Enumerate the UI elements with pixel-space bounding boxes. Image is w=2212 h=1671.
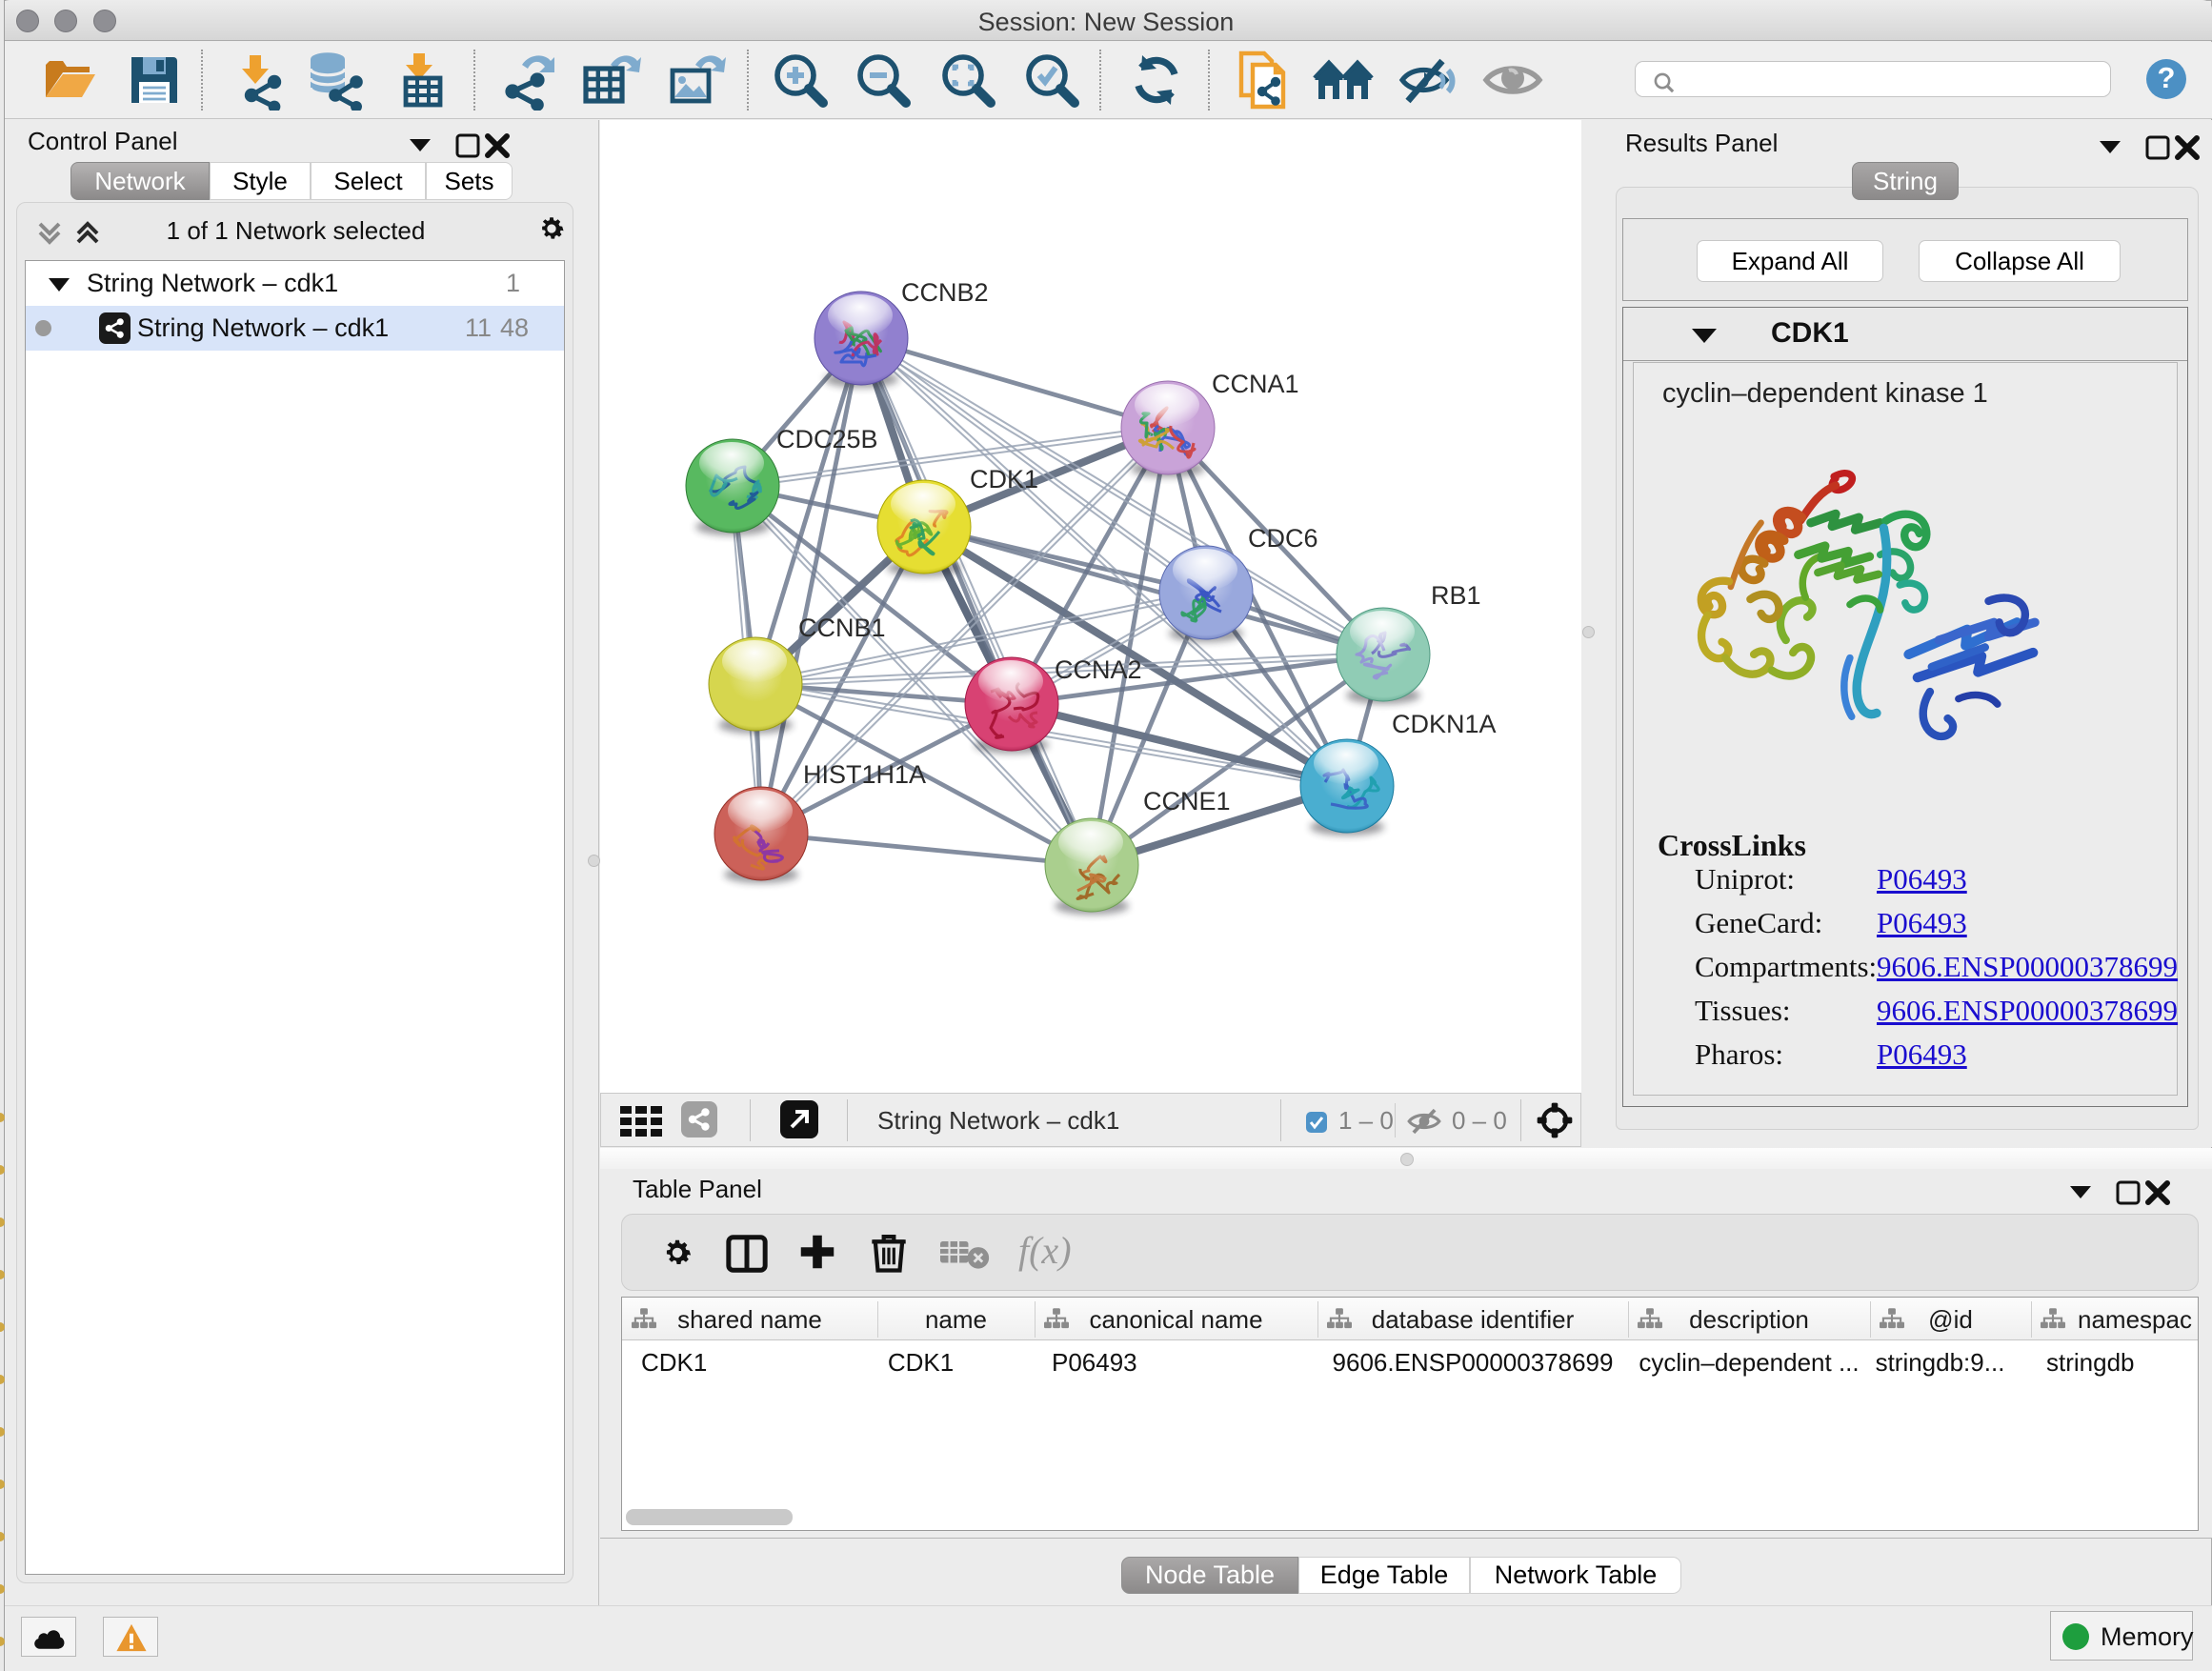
svg-text:CDC25B: CDC25B: [776, 425, 878, 453]
svg-text:CDKN1A: CDKN1A: [1392, 710, 1497, 738]
svg-text:RB1: RB1: [1431, 581, 1481, 610]
svg-text:CCNB1: CCNB1: [798, 614, 886, 642]
svg-text:CCNA2: CCNA2: [1055, 655, 1142, 684]
svg-text:HIST1H1A: HIST1H1A: [803, 760, 926, 789]
svg-text:CDK1: CDK1: [970, 465, 1038, 493]
svg-text:CCNE1: CCNE1: [1143, 787, 1231, 815]
svg-text:CDC6: CDC6: [1248, 524, 1318, 553]
svg-text:CCNB2: CCNB2: [901, 278, 989, 307]
svg-text:CCNA1: CCNA1: [1212, 370, 1299, 398]
